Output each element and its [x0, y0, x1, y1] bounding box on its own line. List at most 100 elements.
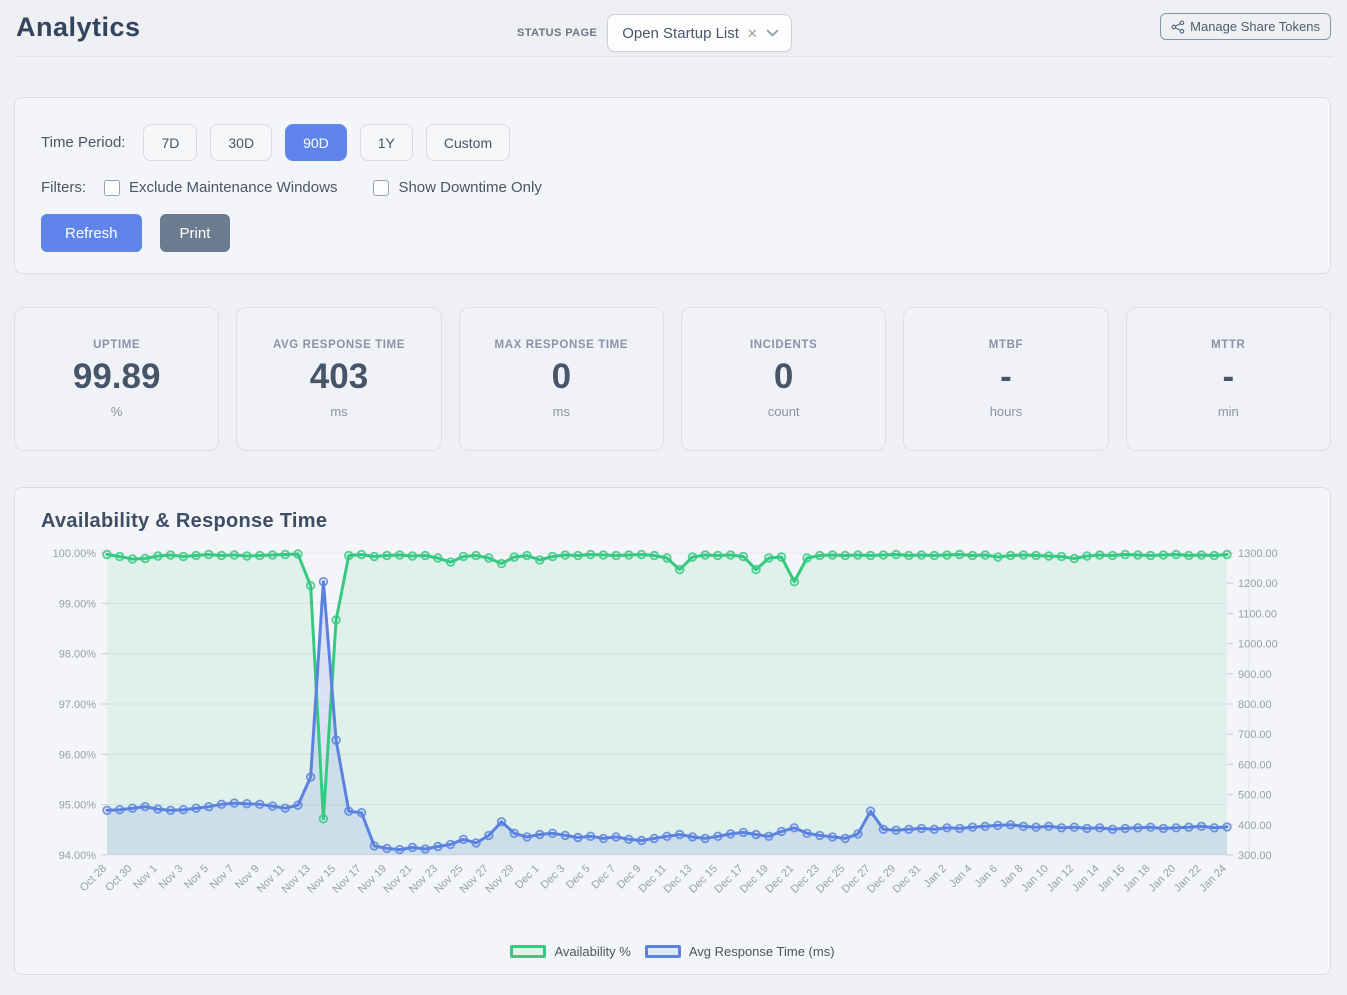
svg-text:800.00: 800.00	[1238, 699, 1272, 711]
svg-text:1300.00: 1300.00	[1238, 548, 1278, 560]
actions-row: Refresh Print	[41, 214, 1304, 252]
svg-text:Dec 3: Dec 3	[539, 863, 568, 892]
stat-card-avg-response-time: AVG RESPONSE TIME403ms	[236, 307, 441, 451]
stat-unit: ms	[553, 404, 570, 419]
checkbox-icon[interactable]	[104, 180, 120, 196]
page-title: Analytics	[16, 12, 141, 43]
svg-text:Nov 29: Nov 29	[483, 863, 516, 896]
stat-unit: hours	[990, 404, 1023, 419]
svg-text:Dec 31: Dec 31	[890, 863, 923, 896]
analytics-page: Analytics STATUS PAGE Open Startup List …	[0, 0, 1347, 995]
share-icon	[1171, 20, 1185, 34]
stat-card-incidents: INCIDENTS0count	[681, 307, 886, 451]
stat-label: MTTR	[1211, 339, 1245, 351]
stat-unit: count	[768, 404, 800, 419]
svg-text:94.00%: 94.00%	[59, 850, 97, 862]
svg-text:500.00: 500.00	[1238, 790, 1272, 802]
legend-item-1[interactable]: Avg Response Time (ms)	[645, 944, 835, 959]
status-page-dropdown[interactable]: Open Startup List ✕	[607, 14, 792, 52]
availability-response-chart[interactable]: 100.00%99.00%98.00%97.00%96.00%95.00%94.…	[41, 539, 1304, 944]
stat-unit: ms	[330, 404, 347, 419]
stat-card-uptime: UPTIME 99.89%	[14, 307, 219, 451]
chart-title: Availability & Response Time	[41, 510, 1304, 533]
chart-svg: 100.00%99.00%98.00%97.00%96.00%95.00%94.…	[41, 539, 1304, 939]
manage-share-tokens-button[interactable]: Manage Share Tokens	[1160, 13, 1331, 40]
legend-label: Availability %	[554, 944, 630, 959]
svg-text:900.00: 900.00	[1238, 669, 1272, 681]
svg-text:Dec 1: Dec 1	[513, 863, 542, 892]
svg-text:97.00%: 97.00%	[59, 699, 97, 711]
svg-text:Oct 30: Oct 30	[103, 863, 134, 894]
svg-text:Jan 10: Jan 10	[1019, 863, 1051, 895]
stat-value: 0	[774, 359, 793, 396]
svg-text:Jan 14: Jan 14	[1070, 863, 1102, 895]
legend-item-0[interactable]: Availability %	[510, 944, 630, 959]
stat-card-mttr: MTTR-min	[1126, 307, 1331, 451]
filter-panel: Time Period: 7D 30D 90D 1Y Custom Filters: E…	[14, 97, 1331, 274]
stat-unit: %	[111, 404, 123, 419]
time-period-button-group: 7D 30D 90D 1Y Custom	[143, 124, 523, 161]
svg-text:Jan 4: Jan 4	[947, 863, 975, 891]
svg-text:Nov 5: Nov 5	[182, 863, 211, 892]
svg-text:Nov 7: Nov 7	[208, 863, 237, 892]
svg-text:Nov 1: Nov 1	[131, 863, 160, 892]
time-period-button-7d[interactable]: 7D	[143, 124, 197, 161]
legend-swatch-icon	[645, 945, 681, 958]
svg-text:600.00: 600.00	[1238, 759, 1272, 771]
svg-text:1100.00: 1100.00	[1238, 608, 1277, 620]
time-period-button-1y[interactable]: 1Y	[360, 124, 413, 161]
svg-text:1000.00: 1000.00	[1238, 639, 1278, 651]
time-period-label: Time Period:	[41, 134, 125, 151]
chevron-down-icon	[766, 29, 779, 37]
svg-text:Jan 2: Jan 2	[922, 863, 950, 891]
svg-text:100.00%: 100.00%	[53, 548, 97, 560]
svg-text:Dec 5: Dec 5	[564, 863, 593, 892]
svg-text:300.00: 300.00	[1238, 850, 1272, 862]
filters-label: Filters:	[41, 179, 86, 196]
filters-row: Filters: Exclude Maintenance Windows Show…	[41, 179, 1304, 196]
checkbox-label: Show Downtime Only	[398, 179, 541, 196]
refresh-button[interactable]: Refresh	[41, 214, 142, 252]
svg-text:700.00: 700.00	[1238, 729, 1272, 741]
svg-text:98.00%: 98.00%	[59, 649, 97, 661]
svg-text:Jan 24: Jan 24	[1197, 863, 1229, 895]
svg-text:Oct 28: Oct 28	[78, 863, 109, 894]
time-period-button-custom[interactable]: Custom	[426, 124, 510, 161]
filter-checkbox-0[interactable]: Exclude Maintenance Windows	[104, 179, 337, 196]
stat-card-mtbf: MTBF - hours	[903, 307, 1108, 451]
svg-text:Jan 20: Jan 20	[1146, 863, 1178, 895]
top-bar: Analytics STATUS PAGE Open Startup List …	[0, 0, 1347, 57]
print-button[interactable]: Print	[160, 214, 231, 252]
stat-value: 0	[552, 359, 571, 396]
chart-legend: Availability % Avg Response Time (ms)	[41, 944, 1304, 959]
checkbox-icon[interactable]	[373, 180, 389, 196]
svg-text:96.00%: 96.00%	[59, 749, 97, 761]
svg-text:Jan 22: Jan 22	[1172, 863, 1204, 895]
time-period-button-30d[interactable]: 30D	[210, 124, 272, 161]
legend-swatch-icon	[510, 945, 546, 958]
stat-value: -	[1000, 359, 1012, 396]
chart-panel: Availability & Response Time 100.00%99.0…	[14, 487, 1331, 975]
legend-label: Avg Response Time (ms)	[689, 944, 835, 959]
svg-text:Dec 7: Dec 7	[589, 863, 618, 892]
stat-card-max-response-time: MAX RESPONSE TIME 0 ms	[459, 307, 664, 451]
filter-checkbox-1[interactable]: Show Downtime Only	[373, 179, 541, 196]
stat-value: 99.89	[73, 359, 161, 396]
stat-label: MAX RESPONSE TIME	[495, 339, 629, 351]
stat-label: MTBF	[989, 339, 1023, 351]
checkbox-label: Exclude Maintenance Windows	[129, 179, 337, 196]
svg-text:Nov 3: Nov 3	[157, 863, 186, 892]
svg-text:95.00%: 95.00%	[59, 800, 97, 812]
clear-selection-icon[interactable]: ✕	[745, 25, 760, 42]
svg-text:Jan 16: Jan 16	[1095, 863, 1127, 895]
stat-label: UPTIME	[93, 339, 140, 351]
svg-text:Jan 6: Jan 6	[972, 863, 1000, 891]
svg-text:400.00: 400.00	[1238, 820, 1272, 832]
status-page-selector: STATUS PAGE Open Startup List ✕	[517, 14, 792, 52]
status-page-value: Open Startup List	[622, 25, 739, 42]
stat-unit: min	[1218, 404, 1239, 419]
svg-text:1200.00: 1200.00	[1238, 578, 1278, 590]
manage-share-tokens-label: Manage Share Tokens	[1190, 19, 1320, 34]
filter-checkbox-group: Exclude Maintenance Windows Show Downtime…	[104, 179, 578, 196]
time-period-button-90d[interactable]: 90D	[285, 124, 347, 161]
